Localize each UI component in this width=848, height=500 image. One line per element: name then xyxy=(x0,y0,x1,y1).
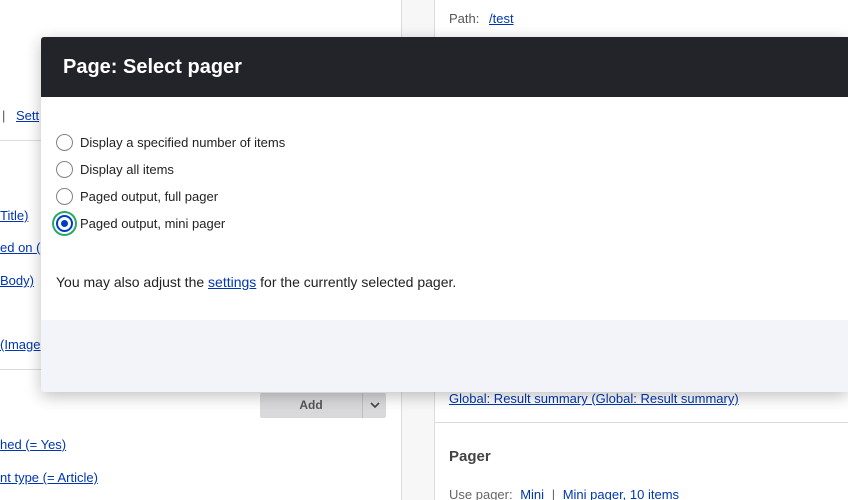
chevron-down-icon[interactable] xyxy=(362,393,386,418)
field-link-image[interactable]: (Image xyxy=(0,337,40,352)
option-label: Display all items xyxy=(80,162,174,177)
field-link-created[interactable]: ed on ( xyxy=(0,240,40,255)
option-all-items[interactable]: Display all items xyxy=(56,161,174,178)
filter-link-published[interactable]: hed (= Yes) xyxy=(0,437,66,452)
use-pager-label: Use pager: xyxy=(449,487,513,500)
path-link[interactable]: /test xyxy=(489,11,514,26)
pager-settings-link[interactable]: settings xyxy=(208,274,256,290)
option-label: Display a specified number of items xyxy=(80,135,286,150)
field-link-body[interactable]: Body) xyxy=(0,273,34,288)
divider xyxy=(434,422,848,423)
option-label: Paged output, mini pager xyxy=(80,216,226,231)
dialog-body: Display a specified number of items Disp… xyxy=(41,97,848,320)
option-mini-pager[interactable]: Paged output, mini pager xyxy=(56,215,225,232)
radio-all-items[interactable] xyxy=(56,161,73,178)
path-label: Path: xyxy=(449,11,480,26)
field-link-title[interactable]: Title) xyxy=(0,208,28,223)
option-full-pager[interactable]: Paged output, full pager xyxy=(56,188,218,205)
select-pager-dialog: Page: Select pager Display a specified n… xyxy=(41,37,848,392)
pager-help-text: You may also adjust the settings for the… xyxy=(56,274,456,290)
radio-specified-items[interactable] xyxy=(56,134,73,151)
use-pager-items-link[interactable]: Mini pager, 10 items xyxy=(563,487,679,500)
result-summary-link[interactable]: Global: Result summary (Global: Result s… xyxy=(449,391,739,406)
dialog-title: Page: Select pager xyxy=(63,55,242,78)
dialog-header: Page: Select pager xyxy=(41,37,848,97)
option-specified-items[interactable]: Display a specified number of items xyxy=(56,134,285,151)
help-prefix: You may also adjust the xyxy=(56,274,205,290)
option-label: Paged output, full pager xyxy=(80,189,219,204)
settings-link[interactable]: Sett xyxy=(16,108,39,123)
add-button-label: Add xyxy=(299,398,323,412)
help-suffix: for the currently selected pager. xyxy=(260,274,457,290)
use-pager-link[interactable]: Mini xyxy=(520,487,544,500)
separator: | xyxy=(2,108,6,123)
filter-link-content-type[interactable]: nt type (= Article) xyxy=(0,470,98,485)
pager-heading: Pager xyxy=(449,448,491,465)
radio-full-pager[interactable] xyxy=(56,188,73,205)
radio-mini-pager[interactable] xyxy=(56,215,73,232)
path-row: Path: /test xyxy=(449,11,514,26)
use-pager-separator: | xyxy=(551,487,556,500)
dialog-footer xyxy=(41,320,848,392)
add-button[interactable]: Add xyxy=(260,393,386,418)
use-pager-row: Use pager: Mini | Mini pager, 10 items xyxy=(449,487,683,500)
